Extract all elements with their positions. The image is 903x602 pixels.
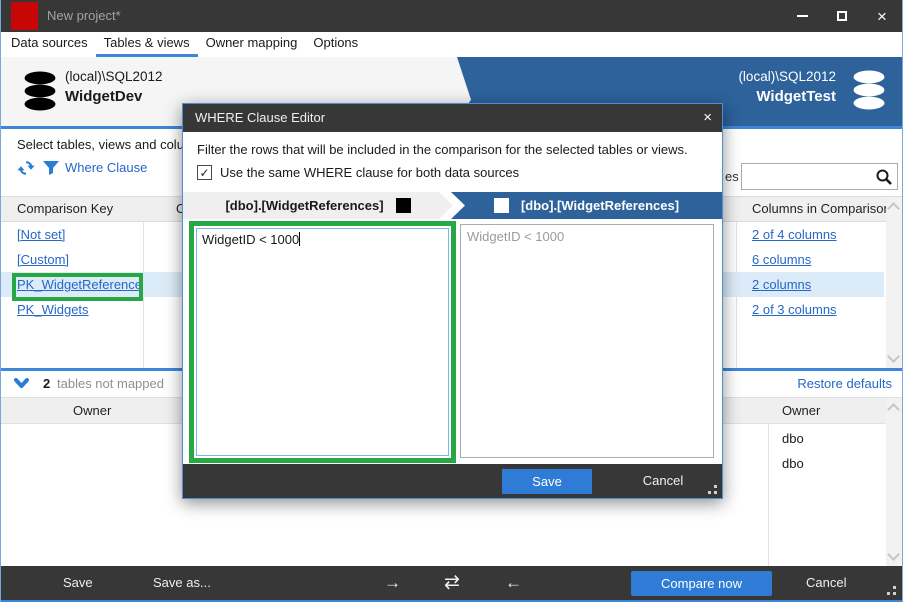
search-icon[interactable] xyxy=(875,168,893,186)
owner-column-divider xyxy=(768,424,769,566)
columns-link[interactable]: 2 of 3 columns xyxy=(752,297,837,322)
owner-cell: dbo xyxy=(782,456,804,471)
maximize-icon xyxy=(837,11,847,21)
window-controls: × xyxy=(782,0,902,32)
comparison-key-link[interactable]: PK_WidgetReference xyxy=(17,272,142,297)
database-icon-left xyxy=(21,70,59,112)
dialog-description: Filter the rows that will be included in… xyxy=(197,142,688,157)
refresh-icon[interactable] xyxy=(17,159,35,177)
dialog-title: WHERE Clause Editor xyxy=(195,104,325,132)
same-clause-checkbox-row: ✓ Use the same WHERE clause for both dat… xyxy=(197,165,519,180)
tab-data-sources[interactable]: Data sources xyxy=(3,32,96,57)
arrow-right-icon[interactable]: → xyxy=(384,566,401,600)
minimize-icon xyxy=(797,15,808,17)
columns-link[interactable]: 2 columns xyxy=(752,272,811,297)
datasource-right-info: (local)\SQL2012 WidgetTest xyxy=(738,69,836,105)
dialog-save-button[interactable]: Save xyxy=(502,469,592,494)
white-square-icon xyxy=(494,198,509,213)
unmapped-count: 2 xyxy=(43,376,50,391)
database-icon-right xyxy=(850,69,888,111)
database-name-right: WidgetTest xyxy=(738,88,836,105)
resize-grip-icon[interactable] xyxy=(886,585,896,595)
dialog-cancel-button[interactable]: Cancel xyxy=(623,464,703,498)
window-title: New project* xyxy=(47,0,121,32)
search-box xyxy=(741,163,898,190)
where-clause-input[interactable]: WidgetID < 1000 xyxy=(196,228,449,456)
arrow-left-icon[interactable]: ← xyxy=(505,566,522,600)
close-button[interactable]: × xyxy=(862,0,902,32)
where-clause-link[interactable]: Where Clause xyxy=(65,160,147,175)
black-square-icon xyxy=(396,198,411,213)
comparison-key-link[interactable]: PK_Widgets xyxy=(17,297,89,322)
scroll-up-icon[interactable] xyxy=(887,202,900,215)
owner-cell: dbo xyxy=(782,431,804,446)
close-icon: × xyxy=(877,8,887,25)
unmapped-label: tables not mapped xyxy=(57,376,164,391)
right-text-fragment: es xyxy=(725,169,739,184)
columns-link[interactable]: 6 columns xyxy=(752,247,811,272)
app-window: New project* × Data sources Tables & vie… xyxy=(0,0,903,602)
columns-in-comparison-header: Columns in Comparison xyxy=(752,197,891,221)
comparison-key-link[interactable]: [Custom] xyxy=(17,247,69,272)
source-table-label: [dbo].[WidgetReferences] xyxy=(225,198,383,213)
tab-owner-mapping[interactable]: Owner mapping xyxy=(198,32,306,57)
comparison-key-header: Comparison Key xyxy=(17,197,113,221)
maximize-button[interactable] xyxy=(822,0,862,32)
save-as-button[interactable]: Save as... xyxy=(153,566,211,600)
arrow-swap-icon[interactable]: ⇄ xyxy=(444,566,460,600)
restore-defaults-link[interactable]: Restore defaults xyxy=(797,376,892,391)
menu-tab-bar: Data sources Tables & views Owner mappin… xyxy=(1,32,902,57)
comparison-key-link[interactable]: [Not set] xyxy=(17,222,65,247)
checkbox-checked-icon[interactable]: ✓ xyxy=(197,165,212,180)
search-input[interactable] xyxy=(744,166,872,187)
where-clause-text: WidgetID < 1000 xyxy=(202,232,299,247)
app-icon xyxy=(11,2,38,30)
highlight-box-where-editor: WidgetID < 1000 xyxy=(189,221,456,463)
text-caret xyxy=(299,232,300,246)
owner-header-left: Owner xyxy=(73,398,111,423)
bottom-action-bar: Save Save as... → ⇄ ← Compare now Cancel xyxy=(1,566,902,600)
scroll-down-icon[interactable] xyxy=(887,548,900,561)
datasource-left-info: (local)\SQL2012 WidgetDev xyxy=(65,69,163,105)
minimize-button[interactable] xyxy=(782,0,822,32)
tab-target-table[interactable]: [dbo].[WidgetReferences] xyxy=(451,192,722,219)
tab-source-table[interactable]: [dbo].[WidgetReferences] xyxy=(183,192,453,219)
owner-header-right: Owner xyxy=(782,398,820,423)
tab-tables-views[interactable]: Tables & views xyxy=(96,32,198,57)
filter-funnel-icon[interactable] xyxy=(43,160,59,176)
dialog-table-tabs: [dbo].[WidgetReferences] [dbo].[WidgetRe… xyxy=(183,192,722,219)
cancel-button[interactable]: Cancel xyxy=(806,566,846,600)
dialog-close-icon[interactable]: × xyxy=(703,104,712,132)
title-bar: New project* × xyxy=(1,0,902,32)
checkbox-label: Use the same WHERE clause for both data … xyxy=(220,165,519,180)
columns-link[interactable]: 2 of 4 columns xyxy=(752,222,837,247)
scrollbar-upper[interactable] xyxy=(886,197,902,368)
scroll-up-icon[interactable] xyxy=(887,403,900,416)
scroll-down-icon[interactable] xyxy=(887,350,900,363)
where-clause-input-disabled: WidgetID < 1000 xyxy=(460,224,714,458)
server-name-right: (local)\SQL2012 xyxy=(738,69,836,84)
compare-now-button[interactable]: Compare now xyxy=(631,571,772,596)
select-tables-text: Select tables, views and colum xyxy=(17,137,195,152)
scrollbar-lower[interactable] xyxy=(886,398,902,566)
target-table-label: [dbo].[WidgetReferences] xyxy=(521,198,679,213)
database-name-left: WidgetDev xyxy=(65,88,163,105)
dialog-title-bar[interactable]: WHERE Clause Editor × xyxy=(183,104,722,132)
dialog-resize-grip-icon[interactable] xyxy=(707,484,717,494)
dialog-footer: Save Cancel xyxy=(183,464,722,498)
tab-options[interactable]: Options xyxy=(305,32,366,57)
save-button[interactable]: Save xyxy=(63,566,93,600)
server-name-left: (local)\SQL2012 xyxy=(65,69,163,84)
where-clause-editor-dialog: WHERE Clause Editor × Filter the rows th… xyxy=(182,103,723,499)
chevron-down-icon[interactable] xyxy=(14,378,29,389)
